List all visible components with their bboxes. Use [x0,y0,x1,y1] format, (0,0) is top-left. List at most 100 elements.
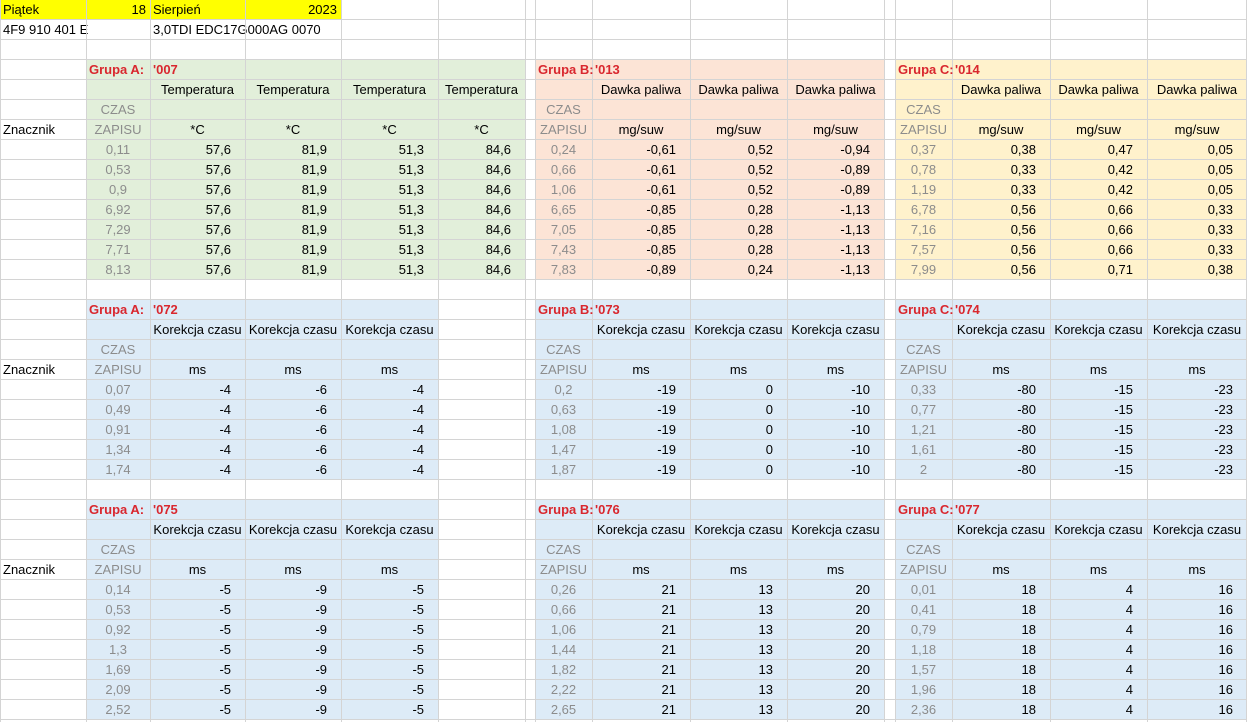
time-value-cell[interactable]: 7,16 [895,220,952,240]
time-value-cell[interactable]: 2 [895,460,952,480]
data-value-cell[interactable]: 81,9 [245,240,331,260]
column-header[interactable]: Temperatura [341,80,438,100]
unit-label[interactable]: mg/suw [952,120,1050,140]
data-value-cell[interactable]: 51,3 [341,200,428,220]
data-value-cell[interactable]: -23 [1147,460,1237,480]
time-value-cell[interactable]: 0,33 [895,380,952,400]
data-value-cell[interactable]: 84,6 [438,260,515,280]
time-value-cell[interactable]: 6,78 [895,200,952,220]
data-value-cell[interactable]: 20 [787,620,874,640]
column-header[interactable]: Korekcja czasu [952,320,1050,340]
data-value-cell[interactable]: 0,52 [690,140,777,160]
data-value-cell[interactable]: -80 [952,380,1040,400]
data-value-cell[interactable]: 4 [1050,600,1137,620]
data-value-cell[interactable]: -80 [952,400,1040,420]
data-value-cell[interactable]: -6 [245,400,331,420]
data-value-cell[interactable]: 84,6 [438,240,515,260]
data-value-cell[interactable]: 0,05 [1147,160,1237,180]
group-code[interactable]: '013 [592,60,672,80]
data-value-cell[interactable]: -5 [341,660,428,680]
data-value-cell[interactable]: -5 [150,700,235,720]
data-value-cell[interactable]: 4 [1050,580,1137,600]
data-value-cell[interactable]: -15 [1050,380,1137,400]
data-value-cell[interactable]: 81,9 [245,200,331,220]
data-value-cell[interactable]: -4 [150,400,235,420]
unit-label[interactable]: mg/suw [1147,120,1247,140]
time-value-cell[interactable]: 1,3 [86,640,150,660]
data-value-cell[interactable]: 13 [690,620,777,640]
data-value-cell[interactable]: -5 [150,640,235,660]
data-value-cell[interactable]: 0 [690,400,777,420]
data-value-cell[interactable]: -1,13 [787,260,874,280]
column-header[interactable]: Korekcja czasu [592,520,690,540]
time-value-cell[interactable]: 8,13 [86,260,150,280]
data-value-cell[interactable]: 57,6 [150,240,235,260]
data-value-cell[interactable]: -5 [150,580,235,600]
group-code[interactable]: '075 [150,500,230,520]
data-value-cell[interactable]: -23 [1147,400,1237,420]
time-value-cell[interactable]: 0,11 [86,140,150,160]
data-value-cell[interactable]: -23 [1147,440,1237,460]
time-value-cell[interactable]: 7,29 [86,220,150,240]
data-value-cell[interactable]: 0,33 [952,160,1040,180]
unit-label[interactable]: ms [690,360,787,380]
zapisu-label[interactable]: ZAPISU [86,120,150,140]
column-header[interactable]: Dawka paliwa [592,80,690,100]
marker-label[interactable]: Znacznik [0,560,86,580]
data-value-cell[interactable]: 16 [1147,660,1237,680]
data-value-cell[interactable]: 18 [952,580,1040,600]
time-value-cell[interactable]: 1,08 [535,420,592,440]
data-value-cell[interactable]: -4 [341,400,428,420]
column-header[interactable]: Korekcja czasu [690,520,787,540]
czas-label[interactable]: CZAS [86,540,150,560]
data-value-cell[interactable]: 0,56 [952,220,1040,240]
data-value-cell[interactable]: -5 [341,620,428,640]
data-value-cell[interactable]: -5 [341,680,428,700]
data-value-cell[interactable]: 21 [592,580,680,600]
data-value-cell[interactable]: 57,6 [150,160,235,180]
column-header[interactable]: Korekcja czasu [245,520,341,540]
unit-label[interactable]: mg/suw [1050,120,1147,140]
time-value-cell[interactable]: 0,63 [535,400,592,420]
time-value-cell[interactable]: 7,57 [895,240,952,260]
unit-label[interactable]: ms [150,360,245,380]
data-value-cell[interactable]: -0,89 [592,260,680,280]
data-value-cell[interactable]: 16 [1147,620,1237,640]
data-value-cell[interactable]: -10 [787,460,874,480]
column-header[interactable]: Korekcja czasu [592,320,690,340]
unit-label[interactable]: ms [341,360,438,380]
data-value-cell[interactable]: 20 [787,680,874,700]
unit-label[interactable]: ms [592,560,690,580]
data-value-cell[interactable]: -4 [341,380,428,400]
column-header[interactable]: Korekcja czasu [341,520,438,540]
month-cell[interactable]: Sierpień [150,0,245,20]
unit-label[interactable]: ms [245,360,341,380]
data-value-cell[interactable]: 0,56 [952,200,1040,220]
data-value-cell[interactable]: 18 [952,660,1040,680]
czas-label[interactable]: CZAS [535,540,592,560]
data-value-cell[interactable]: 81,9 [245,140,331,160]
group-label[interactable]: Grupa C: [895,500,954,520]
time-value-cell[interactable]: 7,99 [895,260,952,280]
data-value-cell[interactable]: 16 [1147,640,1237,660]
data-value-cell[interactable]: 0,28 [690,200,777,220]
czas-label[interactable]: CZAS [895,340,952,360]
column-header[interactable]: Dawka paliwa [1050,80,1147,100]
group-code[interactable]: '007 [150,60,230,80]
data-value-cell[interactable]: -9 [245,600,331,620]
data-value-cell[interactable]: -15 [1050,440,1137,460]
data-value-cell[interactable]: -15 [1050,460,1137,480]
data-value-cell[interactable]: 0,66 [1050,200,1137,220]
time-value-cell[interactable]: 2,22 [535,680,592,700]
time-value-cell[interactable]: 7,71 [86,240,150,260]
data-value-cell[interactable]: -9 [245,700,331,720]
data-value-cell[interactable]: -9 [245,620,331,640]
column-header[interactable]: Korekcja czasu [1147,520,1247,540]
data-value-cell[interactable]: 16 [1147,580,1237,600]
data-value-cell[interactable]: -10 [787,420,874,440]
time-value-cell[interactable]: 1,34 [86,440,150,460]
data-value-cell[interactable]: 0,24 [690,260,777,280]
data-value-cell[interactable]: -19 [592,420,680,440]
column-header[interactable]: Korekcja czasu [150,520,245,540]
data-value-cell[interactable]: 0,28 [690,240,777,260]
